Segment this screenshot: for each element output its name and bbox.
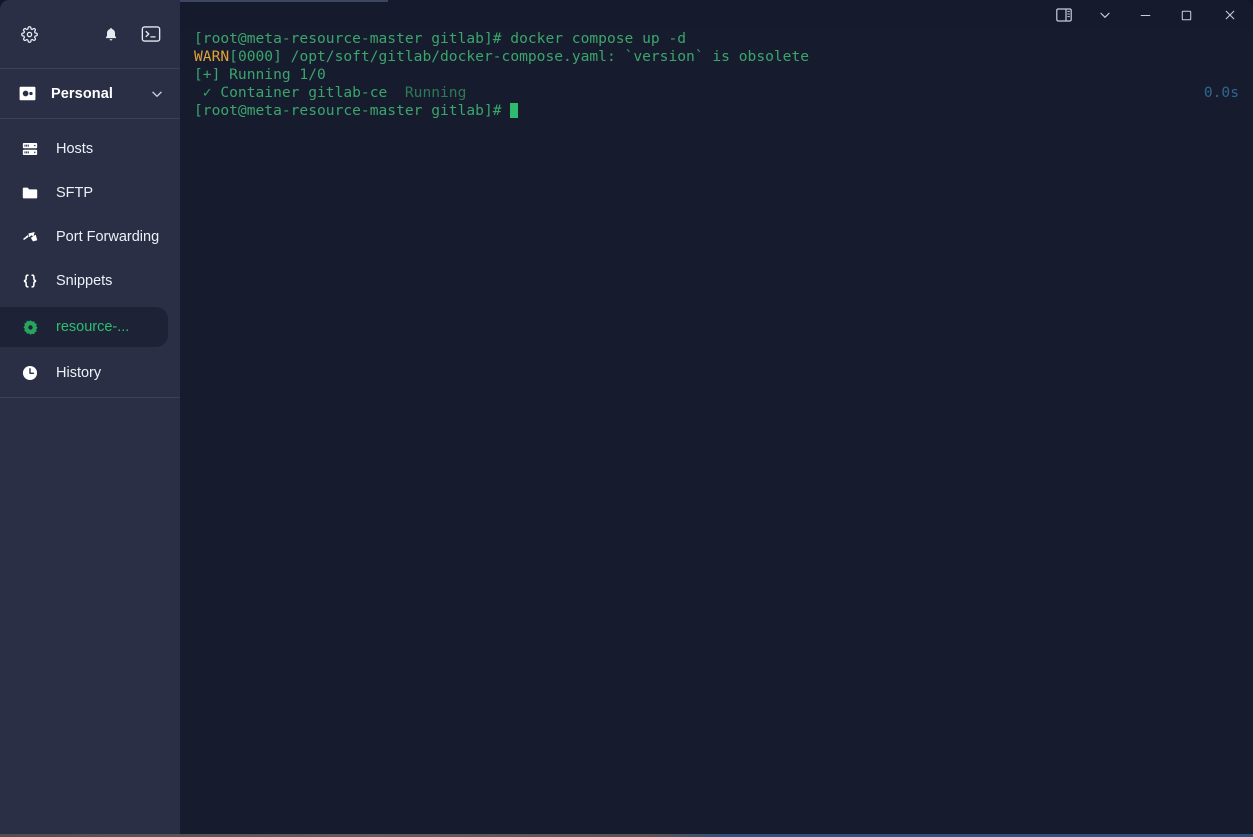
sidebar-item-sftp[interactable]: SFTP [0,171,180,215]
sidebar-item-resource-session[interactable]: resource-... [0,307,168,347]
gear-icon[interactable] [16,21,42,47]
bell-icon[interactable] [98,21,124,47]
arrow-forward-icon [20,228,40,246]
terminal-line: [+] Running 1/0 [194,66,1239,84]
terminal-line: ✓ Container gitlab-ce Running 0.0s [194,84,1239,102]
terminal-text-segment: [0000] /opt/soft/gitlab/docker-compose.y… [229,48,810,65]
clock-icon [20,364,40,382]
sidebar-item-label: SFTP [56,184,94,201]
sidebar-item-snippets[interactable]: Snippets [0,259,180,303]
terminal-duration: 0.0s [1203,84,1239,101]
terminal-line-list: [root@meta-resource-master gitlab]# dock… [194,30,1239,120]
terminal-panel: [root@meta-resource-master gitlab]# dock… [180,0,1253,834]
sidebar-item-label: Hosts [56,140,94,157]
sidebar: Personal Hosts SFTP Port Forwarding Snip… [0,0,180,834]
vault-selector[interactable]: Personal [0,69,180,118]
vault-label: Personal [51,85,114,102]
sidebar-item-port-forwarding[interactable]: Port Forwarding [0,215,180,259]
sidebar-item-hosts[interactable]: Hosts [0,127,180,171]
terminal-text-segment: Running [404,84,467,101]
terminal-text-segment: [+] Running 1/0 [194,66,326,83]
terminal-text-segment: ✓ Container gitlab-ce [194,84,405,101]
terminal-cursor [510,103,519,118]
terminal-text-segment: [root@meta-resource-master gitlab]# dock… [194,30,687,47]
sidebar-divider-bottom [0,397,180,398]
maximize-icon[interactable] [1166,0,1207,30]
sidebar-item-label: Port Forwarding [56,228,160,245]
sidebar-item-label: Snippets [56,272,113,289]
terminal-line-text: ✓ Container gitlab-ce Running [194,84,467,102]
gear-sparkle-icon [20,319,40,336]
sidebar-item-history[interactable]: History [0,351,180,395]
terminal-line: [root@meta-resource-master gitlab]# dock… [194,30,1239,48]
terminal-line-text: [+] Running 1/0 [194,66,326,83]
minimize-icon[interactable] [1125,0,1166,30]
terminal-line-text: [root@meta-resource-master gitlab]# [194,102,519,119]
close-icon[interactable] [1207,0,1253,30]
sidebar-item-label: resource-... [56,318,130,335]
terminal-line-text: WARN[0000] /opt/soft/gitlab/docker-compo… [194,48,809,65]
vault-icon [18,84,37,103]
panel-layout-icon[interactable] [1043,0,1084,30]
terminal-text-segment: [root@meta-resource-master gitlab]# [194,102,511,119]
folder-icon [20,184,40,202]
sidebar-nav-list: Hosts SFTP Port Forwarding Snippets reso… [0,119,180,395]
curly-braces-icon [20,272,40,290]
terminal-line: [root@meta-resource-master gitlab]# [194,102,1239,120]
window-titlebar [180,0,1253,30]
terminal-text-segment: WARN [194,48,230,65]
terminal-icon[interactable] [138,21,164,47]
tab-strip-underline [180,0,388,2]
sidebar-toolbar [0,0,180,68]
terminal-line-text: [root@meta-resource-master gitlab]# dock… [194,30,686,47]
chevron-down-icon[interactable] [1084,0,1125,30]
chevron-down-icon[interactable] [150,87,164,101]
sidebar-item-label: History [56,364,102,381]
app-window: Personal Hosts SFTP Port Forwarding Snip… [0,0,1253,834]
server-rack-icon [20,140,40,158]
terminal-output[interactable]: [root@meta-resource-master gitlab]# dock… [180,30,1253,834]
terminal-line: WARN[0000] /opt/soft/gitlab/docker-compo… [194,48,1239,66]
